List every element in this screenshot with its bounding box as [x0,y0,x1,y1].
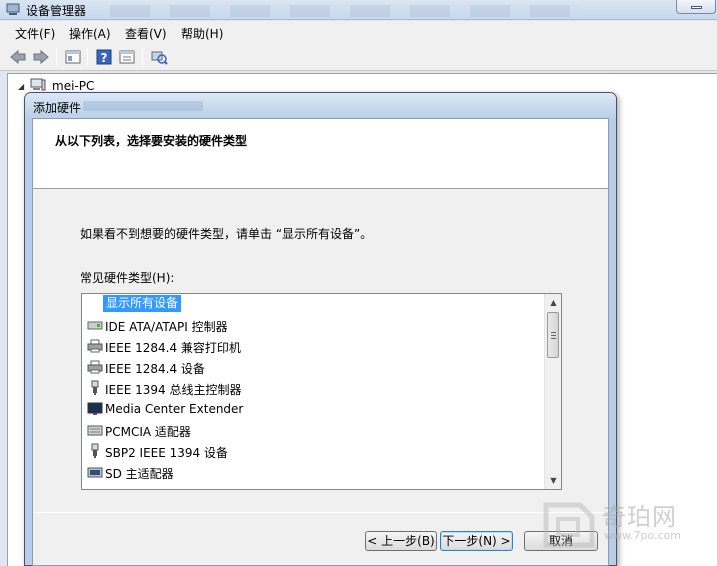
list-item-ieee1284-printer[interactable]: IEEE 1284.4 兼容打印机 [87,336,542,356]
blurred-tabs [110,5,580,17]
menu-action[interactable]: 操作(A) [69,25,111,42]
list-item-label: IEEE 1284.4 设备 [105,362,205,376]
device-manager-icon [6,3,20,15]
list-item-ide[interactable]: IDE ATA/ATAPI 控制器 [87,315,542,335]
list-item-label: Media Center Extender [105,402,244,416]
menu-view[interactable]: 查看(V) [125,25,167,42]
usb-plug-icon [91,380,99,395]
computer-icon [30,78,46,91]
menu-help[interactable]: 帮助(H) [181,25,223,42]
back-arrow-icon[interactable] [9,48,27,66]
toolbar-separator [142,48,143,66]
minimize-icon [691,6,702,9]
list-item-label: PCMCIA 适配器 [105,425,191,439]
list-item-media-center-extender[interactable]: Media Center Extender [87,399,542,419]
add-hardware-dialog: 添加硬件 从以下列表，选择要安装的硬件类型 如果看不到想要的硬件类型，请单击 “… [24,92,617,566]
list-item-ieee1284-device[interactable]: IEEE 1284.4 设备 [87,357,542,377]
window-title: 设备管理器 [26,4,87,18]
list-item-show-all[interactable]: 显示所有设备 [87,294,542,314]
wizard-header: 从以下列表，选择要安装的硬件类型 [33,119,608,189]
minimize-button[interactable] [676,0,716,14]
collapse-arrow-icon[interactable]: ◢ [18,82,24,91]
list-item-label: IEEE 1394 总线主控制器 [105,383,242,397]
toolbar-separator [56,48,57,66]
monitor-icon [87,402,103,415]
menu-file[interactable]: 文件(F) [15,25,55,42]
scan-hardware-icon[interactable] [150,48,168,66]
list-item-label: IDE ATA/ATAPI 控制器 [105,320,228,334]
back-button[interactable]: < 上一步(B) [365,531,437,551]
list-item-label: SD 主适配器 [105,467,174,481]
scroll-thumb[interactable] [547,312,559,358]
properties-icon[interactable] [64,48,82,66]
view-icon[interactable] [118,48,136,66]
blurred-title-text [83,101,203,111]
scroll-down-arrow-icon[interactable]: ▼ [545,472,561,489]
list-item-ieee1394-controller[interactable]: IEEE 1394 总线主控制器 [87,378,542,398]
footer-divider [33,512,608,513]
ide-controller-icon [87,321,103,330]
dialog-body: 从以下列表，选择要安装的硬件类型 如果看不到想要的硬件类型，请单击 “显示所有设… [32,118,609,566]
svg-text:?: ? [101,51,108,65]
list-item-sbp2[interactable]: SBP2 IEEE 1394 设备 [87,441,542,461]
list-item-label: SBP2 IEEE 1394 设备 [105,446,228,460]
toolbar-separator [87,48,88,66]
watermark-text: 奇珀网 [602,503,677,531]
printer-icon [87,339,103,353]
list-item-label: IEEE 1284.4 兼容打印机 [105,341,241,355]
title-bar: 设备管理器 [0,0,717,20]
hint-text: 如果看不到想要的硬件类型，请单击 “显示所有设备”。 [80,227,373,241]
dialog-title-bar[interactable]: 添加硬件 [25,93,616,118]
list-item-sd-adapter[interactable]: SD 主适配器 [87,462,542,482]
toolbar: ? [0,43,717,71]
list-item-label: 显示所有设备 [103,295,182,312]
wizard-heading: 从以下列表，选择要安装的硬件类型 [55,134,248,148]
list-scrollbar[interactable]: ▲ ▼ [544,294,561,489]
sd-adapter-icon [87,467,103,478]
scroll-up-arrow-icon[interactable]: ▲ [545,294,561,311]
list-item-pcmcia[interactable]: PCMCIA 适配器 [87,420,542,440]
tree-root-computer[interactable]: mei-PC [52,79,94,93]
hardware-type-list[interactable]: 显示所有设备 IDE ATA/ATAPI 控制器 IEEE 1284.4 兼容打… [81,293,562,490]
printer-icon [87,360,103,374]
hardware-types-label: 常见硬件类型(H): [80,271,175,285]
dialog-title: 添加硬件 [33,101,82,115]
pcmcia-card-icon [87,425,103,436]
watermark-url: www.7po.com [604,529,681,542]
next-button[interactable]: 下一步(N) > [440,531,513,551]
menu-bar: 文件(F) 操作(A) 查看(V) 帮助(H) [0,21,717,43]
usb-plug-icon [91,443,99,458]
forward-arrow-icon[interactable] [32,48,50,66]
help-icon[interactable]: ? [95,48,113,66]
watermark-logo-icon [543,502,595,548]
watermark: 奇珀网 www.7po.com [540,495,717,555]
